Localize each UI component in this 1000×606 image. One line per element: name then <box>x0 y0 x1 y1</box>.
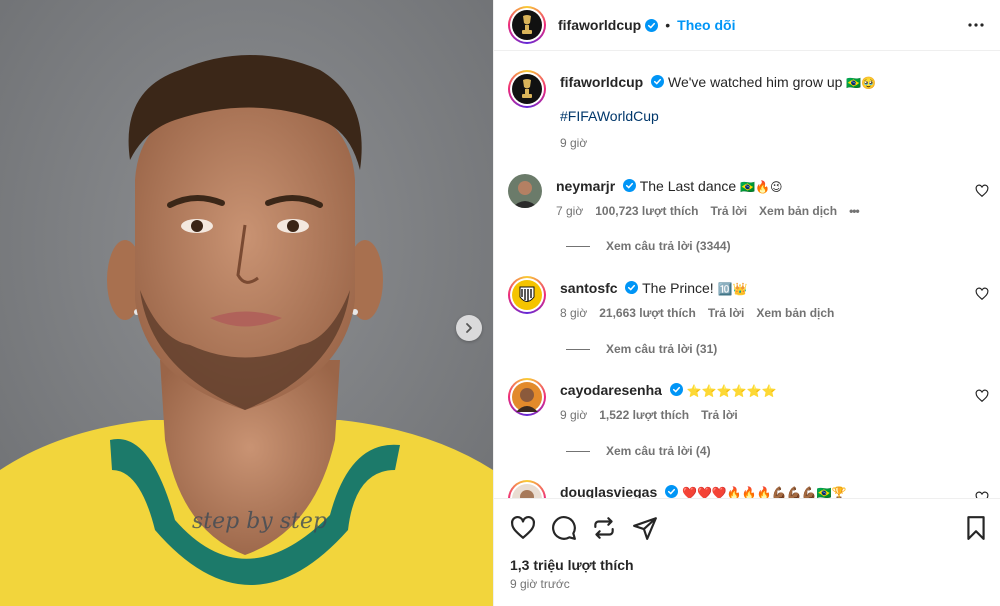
comment-username[interactable]: douglasviegas <box>560 484 657 498</box>
commenter-avatar[interactable] <box>508 378 546 416</box>
bookmark-icon[interactable] <box>964 515 988 541</box>
caption-username[interactable]: fifaworldcup <box>560 74 643 90</box>
caption-text: We've watched him grow up <box>668 74 843 90</box>
view-replies-button[interactable]: Xem câu trả lời (4) <box>566 444 711 458</box>
next-photo-button[interactable] <box>456 315 482 341</box>
comment-row: cayodaresenha ⭐⭐⭐⭐⭐⭐ 9 giờ 1,522 lượt th… <box>508 378 776 422</box>
comment-text: The Last dance <box>639 178 737 194</box>
user-photo-icon <box>512 382 542 412</box>
comment-time: 7 giờ <box>556 204 584 218</box>
reply-button[interactable]: Trả lời <box>710 204 747 218</box>
user-photo-icon <box>508 174 542 208</box>
comment-row: douglasviegas ❤️❤️❤️🔥🔥🔥💪🏾💪🏾💪🏾🇧🇷🏆 <box>508 480 846 498</box>
paper-plane-icon[interactable] <box>632 515 658 541</box>
translate-button[interactable]: Xem bản dịch <box>756 306 834 320</box>
view-replies-label: Xem câu trả lời (4) <box>606 444 711 458</box>
author-avatar[interactable] <box>508 6 546 44</box>
reply-button[interactable]: Trả lời <box>701 408 738 422</box>
repost-icon[interactable] <box>591 515 617 541</box>
trophy-logo-icon <box>522 15 532 34</box>
comments-list[interactable]: fifaworldcup We've watched him grow up 🇧… <box>494 52 1000 498</box>
view-replies-label: Xem câu trả lời (3344) <box>606 239 731 253</box>
separator-dot: • <box>665 17 671 33</box>
caption-time: 9 giờ <box>560 136 588 150</box>
heart-icon[interactable] <box>975 184 989 198</box>
verified-badge-icon <box>625 281 639 294</box>
heart-icon[interactable] <box>975 389 989 403</box>
comment-emoji: 🇧🇷🔥😉 <box>740 180 783 194</box>
comment-like-count[interactable]: 1,522 lượt thích <box>599 408 689 422</box>
comment-time: 9 giờ <box>560 408 588 422</box>
caption-emoji: 🇧🇷🥹 <box>846 76 877 90</box>
verified-badge-icon <box>669 383 683 396</box>
post-like-count[interactable]: 1,3 triệu lượt thích <box>510 557 634 573</box>
caption-author-avatar[interactable] <box>508 70 546 108</box>
follow-button[interactable]: Theo dõi <box>677 17 735 33</box>
verified-badge-icon <box>623 179 637 192</box>
verified-badge-icon <box>665 485 679 498</box>
comment-text: The Prince! <box>642 280 714 296</box>
author-username[interactable]: fifaworldcup <box>558 17 641 33</box>
commenter-avatar[interactable] <box>508 174 542 208</box>
comment-username[interactable]: cayodaresenha <box>560 382 662 398</box>
post-photo: step by step <box>0 0 493 606</box>
post-header: fifaworldcup • Theo dõi <box>494 0 1000 51</box>
commenter-avatar[interactable] <box>508 276 546 314</box>
comment-emoji: ❤️❤️❤️🔥🔥🔥💪🏾💪🏾💪🏾🇧🇷🏆 <box>682 486 847 498</box>
post-action-bar: 1,3 triệu lượt thích 9 giờ trước <box>494 498 1000 606</box>
verified-badge-icon <box>645 18 659 32</box>
verified-badge-icon <box>651 75 665 88</box>
comment-like-count[interactable]: 100,723 lượt thích <box>595 204 698 218</box>
commenter-avatar[interactable] <box>508 480 546 498</box>
heart-icon[interactable] <box>510 515 536 541</box>
heart-icon[interactable] <box>975 491 989 498</box>
comment-username[interactable]: neymarjr <box>556 178 615 194</box>
translate-button[interactable]: Xem bản dịch <box>759 204 837 218</box>
caption-hashtag[interactable]: #FIFAWorldCup <box>560 108 876 124</box>
comment-emoji: 🔟👑 <box>717 282 748 296</box>
santos-crest-icon <box>512 280 542 310</box>
heart-icon[interactable] <box>975 287 989 301</box>
post-side-panel: fifaworldcup • Theo dõi fifaworldcup We'… <box>493 0 1000 606</box>
comment-icon[interactable] <box>551 515 577 541</box>
comment-row: santosfc The Prince! 🔟👑 8 giờ 21,663 lượ… <box>508 276 834 320</box>
comment-like-count[interactable]: 21,663 lượt thích <box>599 306 696 320</box>
player-portrait-image: step by step <box>0 0 493 606</box>
neck-tattoo-text: step by step <box>192 509 327 534</box>
view-replies-label: Xem câu trả lời (31) <box>606 342 718 356</box>
comment-username[interactable]: santosfc <box>560 280 618 296</box>
more-horizontal-icon[interactable] <box>967 16 985 34</box>
trophy-logo-icon <box>522 79 532 98</box>
caption-row: fifaworldcup We've watched him grow up 🇧… <box>508 70 876 150</box>
comment-options-button[interactable]: ••• <box>849 204 860 218</box>
post-timestamp: 9 giờ trước <box>510 577 570 591</box>
reply-button[interactable]: Trả lời <box>708 306 745 320</box>
chevron-right-icon <box>466 323 472 333</box>
comment-row: neymarjr The Last dance 🇧🇷🔥😉 7 giờ 100,7… <box>508 174 860 218</box>
view-replies-button[interactable]: Xem câu trả lời (3344) <box>566 239 731 253</box>
user-photo-icon <box>512 484 542 498</box>
comment-emoji: ⭐⭐⭐⭐⭐⭐ <box>686 384 777 398</box>
comment-time: 8 giờ <box>560 306 588 320</box>
view-replies-button[interactable]: Xem câu trả lời (31) <box>566 342 717 356</box>
